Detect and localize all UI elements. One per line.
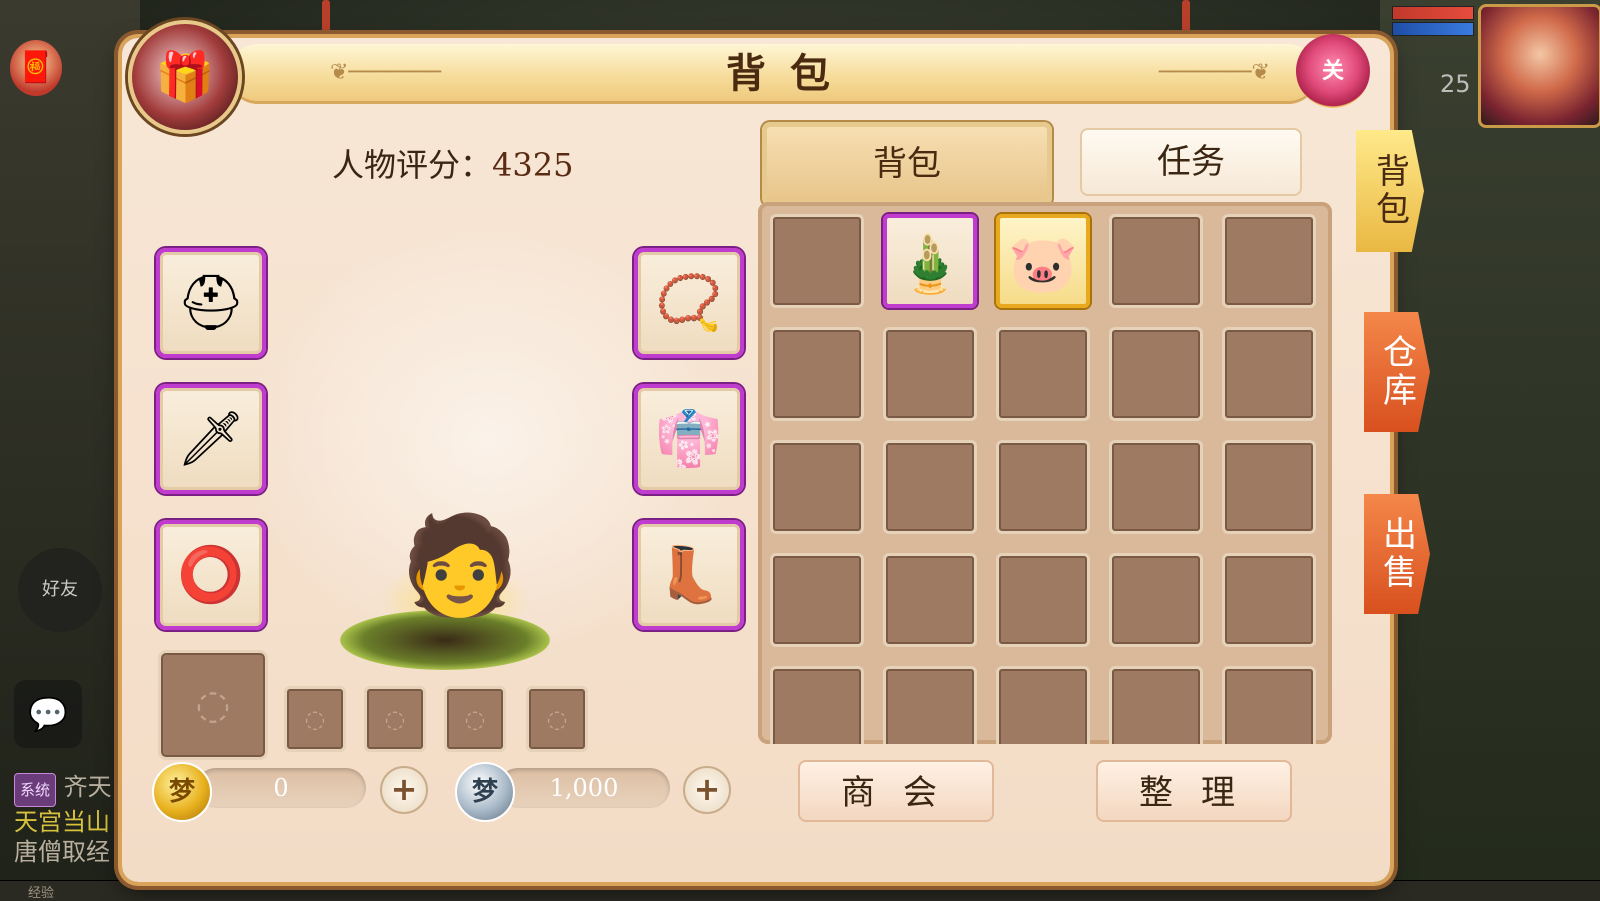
jade-belt-icon[interactable]: ⭕ [156,520,266,630]
hp-bar [1392,6,1474,20]
background-right [1380,0,1600,900]
friend-label: 好友 [42,579,78,600]
player-level: 25 [1440,70,1471,98]
inventory-slot[interactable] [883,327,977,421]
gift-bag-icon: 🎁 [128,20,242,134]
character-score: 人物评分：4325 [332,140,573,186]
inventory-slot[interactable] [770,553,864,647]
inventory-slot[interactable] [1222,553,1316,647]
tab-bag[interactable]: 背包 [762,122,1052,206]
shop-button[interactable]: 商会 [798,760,994,822]
gold-amount: 0 [196,768,366,808]
side-tab-warehouse[interactable]: 仓库 [1364,312,1430,432]
inventory-slot[interactable] [1109,214,1203,308]
silver-coin-icon: 梦 [455,762,515,822]
silver-amount: 1,000 [498,768,670,808]
god-of-wealth-icon[interactable]: 🧧 [10,40,62,96]
score-value: 4325 [492,146,574,184]
side-tab-sell[interactable]: 出售 [1364,494,1430,614]
inventory-slot[interactable] [770,440,864,534]
inventory-slot[interactable] [1109,553,1203,647]
friend-button[interactable]: 好友 [18,548,102,632]
title-ornament-left: ❦─────── [330,60,442,85]
exp-label: 经验 [28,886,55,901]
pet-slot-icon[interactable]: ◌ [526,686,588,752]
inventory-slot[interactable] [883,440,977,534]
add-gold-button[interactable]: + [380,766,428,814]
inventory-slot[interactable] [996,553,1090,647]
pet-slot-icon[interactable]: ◌ [444,686,506,752]
gold-coin-icon: 梦 [152,762,212,822]
system-tag: 系统 [14,773,57,807]
close-button[interactable]: 关 [1296,34,1370,108]
rope-decoration [1182,0,1190,40]
bead-necklace-icon[interactable]: 📿 [634,248,744,358]
rope-decoration [322,0,330,40]
inventory-slot[interactable] [1222,440,1316,534]
inventory-slot[interactable] [770,327,864,421]
inventory-slot[interactable] [996,327,1090,421]
inventory-slot[interactable] [996,440,1090,534]
boots-icon[interactable]: 👢 [634,520,744,630]
title-ornament-right: ───────❦ [1158,60,1270,85]
inventory-slot[interactable] [1109,327,1203,421]
pet-slot-icon[interactable]: ◌ [284,686,346,752]
inventory-slot[interactable] [1222,666,1316,744]
player-portrait-icon[interactable] [1478,4,1600,128]
inventory-grid: 🎍 🐷 [758,202,1332,744]
score-label: 人物评分： [332,146,493,184]
background-left [0,0,140,900]
inventory-slot[interactable] [1222,214,1316,308]
robe-icon[interactable]: 👘 [634,384,744,494]
inventory-slot[interactable] [770,666,864,744]
side-tab-bag[interactable]: 背包 [1356,130,1424,252]
inventory-slot[interactable] [1222,327,1316,421]
tab-quest[interactable]: 任务 [1080,128,1302,196]
scimitar-icon[interactable]: 🗡 [156,384,266,494]
inventory-slot[interactable] [883,666,977,744]
bamboo-vase-icon[interactable]: 🎍 [883,214,977,308]
inventory-slot[interactable] [770,214,864,308]
sort-button[interactable]: 整理 [1096,760,1292,822]
panel-title: 背包 [726,51,854,97]
pink-pouch-icon[interactable]: 🐷 [996,214,1090,308]
chat-bubble-icon[interactable]: 💬 [14,680,82,748]
pet-slot-icon[interactable]: ◌ [364,686,426,752]
character-model[interactable]: 🧑 [400,490,520,640]
inventory-slot[interactable] [996,666,1090,744]
helmet-icon[interactable]: ⛑ [156,248,266,358]
pet-slot-icon[interactable]: ◌ [158,650,268,760]
inventory-slot[interactable] [1109,440,1203,534]
mp-bar [1392,22,1474,36]
exp-bar: 经验 [0,880,1600,901]
inventory-slot[interactable] [883,553,977,647]
inventory-slot[interactable] [1109,666,1203,744]
add-silver-button[interactable]: + [683,766,731,814]
